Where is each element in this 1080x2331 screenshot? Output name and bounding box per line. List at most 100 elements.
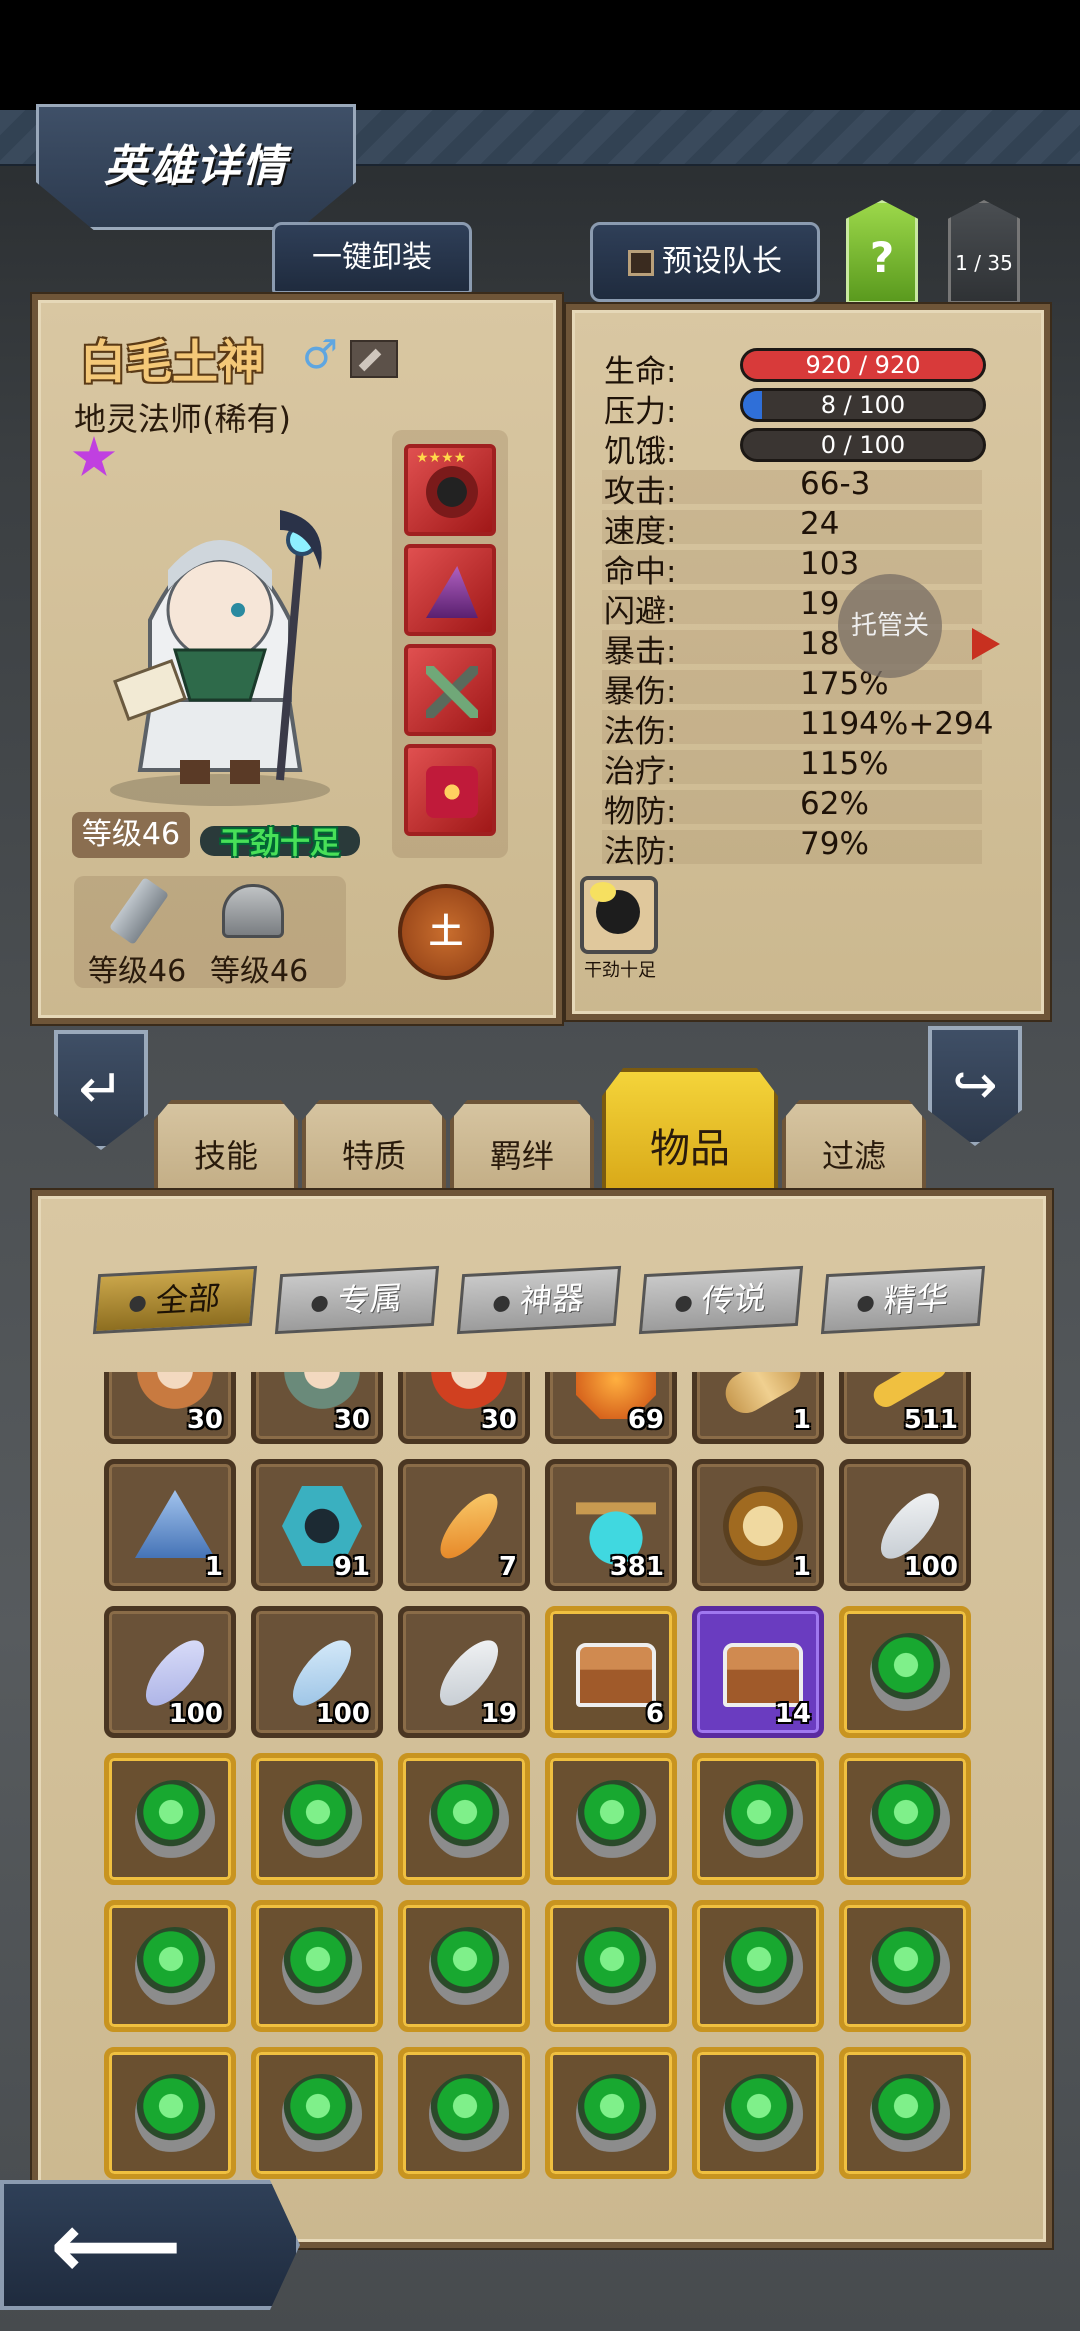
inventory-item[interactable]: 7	[398, 1459, 530, 1591]
next-hero-button[interactable]: ↪	[928, 1026, 1022, 1146]
preset-captain-toggle[interactable]: 预设队长	[590, 222, 820, 302]
next-arrow-icon[interactable]	[972, 628, 1000, 660]
stress-bar: 8 / 100	[740, 388, 986, 422]
inventory-item[interactable]: 19	[398, 1606, 530, 1738]
auto-manage-button[interactable]: 托管关	[838, 574, 942, 678]
green-orb-icon	[282, 1927, 362, 2007]
helmet-icon[interactable]	[222, 884, 284, 938]
inventory-item[interactable]	[839, 2047, 971, 2179]
equip-slot-1[interactable]: ★★★★	[404, 444, 496, 536]
inventory-item[interactable]: 1	[692, 1372, 824, 1444]
inventory-item[interactable]: 100	[839, 1459, 971, 1591]
inventory-item[interactable]	[839, 1606, 971, 1738]
stat-label: 攻击:	[604, 474, 677, 510]
back-arrow-icon: ⟵	[50, 2192, 182, 2299]
filter-legend[interactable]: 传说	[638, 1265, 804, 1335]
hp-value: 920 / 920	[805, 351, 921, 379]
inventory-item[interactable]: 14	[692, 1606, 824, 1738]
inventory-item[interactable]	[545, 1900, 677, 2032]
inventory-grid: 30 30 30 69 1 511 1 91 7 381 1 100 100 100 19 6 14	[96, 1372, 984, 2182]
checkbox-icon[interactable]	[628, 249, 654, 276]
green-orb-icon	[870, 2074, 950, 2154]
inventory-item[interactable]	[839, 1900, 971, 2032]
tab-items[interactable]: 物品	[602, 1068, 778, 1196]
hero-class: 地灵法师(稀有)	[74, 400, 291, 438]
green-orb-icon	[135, 2074, 215, 2154]
filter-essence[interactable]: 精华	[820, 1265, 986, 1335]
inventory-item[interactable]: 100	[104, 1606, 236, 1738]
green-orb-icon	[723, 1927, 803, 2007]
stat-label: 法防:	[604, 834, 677, 870]
tab-filter[interactable]: 过滤	[782, 1100, 926, 1194]
preset-captain-label: 预设队长	[662, 244, 782, 279]
inventory-item[interactable]: 30	[398, 1372, 530, 1444]
inventory-item[interactable]: 511	[839, 1372, 971, 1444]
unequip-all-button[interactable]: 一键卸装	[272, 222, 472, 294]
tab-bonds[interactable]: 羁绊	[450, 1100, 594, 1194]
green-orb-icon	[576, 1927, 656, 2007]
green-orb-icon	[723, 1780, 803, 1860]
inventory-item[interactable]	[251, 1900, 383, 2032]
inventory-item[interactable]	[398, 2047, 530, 2179]
green-orb-icon	[429, 2074, 509, 2154]
item-count: 69	[627, 1405, 664, 1435]
filter-exclusive-label: 专属	[336, 1278, 404, 1320]
inventory-item[interactable]: 6	[545, 1606, 677, 1738]
filter-all[interactable]: 全部	[92, 1265, 258, 1335]
green-orb-icon	[870, 1780, 950, 1860]
prev-hero-button[interactable]: ↵	[54, 1030, 148, 1150]
inventory-item[interactable]: 381	[545, 1459, 677, 1591]
inventory-item[interactable]	[692, 2047, 824, 2179]
spider-trinket-icon	[426, 466, 478, 518]
inventory-item[interactable]: 30	[251, 1372, 383, 1444]
inventory-item[interactable]	[251, 1753, 383, 1885]
inventory-item[interactable]: 69	[545, 1372, 677, 1444]
male-icon: ♂	[302, 332, 338, 378]
tab-traits[interactable]: 特质	[302, 1100, 446, 1194]
inventory-item[interactable]	[104, 1753, 236, 1885]
equip-slot-2[interactable]	[404, 544, 496, 636]
item-count: 6	[645, 1699, 664, 1729]
filter-all-label: 全部	[154, 1278, 222, 1320]
filter-dot-icon	[674, 1295, 693, 1313]
inventory-item[interactable]	[104, 2047, 236, 2179]
filter-dot-icon	[310, 1295, 329, 1313]
rename-icon[interactable]	[350, 340, 398, 378]
green-orb-icon	[429, 1927, 509, 2007]
inventory-item[interactable]	[398, 1900, 530, 2032]
inventory-item[interactable]	[692, 1900, 824, 2032]
inventory-item[interactable]	[545, 1753, 677, 1885]
hp-bar: 920 / 920	[740, 348, 986, 382]
inventory-item[interactable]: 91	[251, 1459, 383, 1591]
tab-skills[interactable]: 技能	[154, 1100, 298, 1194]
equip-slot-4[interactable]	[404, 744, 496, 836]
hunger-label: 饥饿:	[604, 434, 677, 470]
inventory-item[interactable]	[104, 1900, 236, 2032]
help-button[interactable]: ?	[846, 200, 918, 304]
element-badge[interactable]: 土	[398, 884, 494, 980]
filter-artifact[interactable]: 神器	[456, 1265, 622, 1335]
inventory-item[interactable]	[545, 2047, 677, 2179]
filter-legend-label: 传说	[700, 1278, 768, 1320]
filter-exclusive[interactable]: 专属	[274, 1265, 440, 1335]
stat-label: 物防:	[604, 794, 677, 830]
inventory-item[interactable]: 30	[104, 1372, 236, 1444]
filter-essence-label: 精华	[882, 1278, 950, 1320]
inventory-item[interactable]	[692, 1753, 824, 1885]
stat-label: 暴击:	[604, 634, 677, 670]
equip-slot-3[interactable]	[404, 644, 496, 736]
item-count: 100	[903, 1552, 958, 1582]
stat-label: 法伤:	[604, 714, 677, 750]
status-bar-area	[0, 0, 1080, 110]
inventory-item[interactable]: 100	[251, 1606, 383, 1738]
gold-chest-icon	[576, 1643, 656, 1707]
inventory-item[interactable]	[839, 1753, 971, 1885]
inventory-item[interactable]	[251, 2047, 383, 2179]
stat-value: 66-3	[800, 466, 871, 502]
inventory-item[interactable]	[398, 1753, 530, 1885]
item-count: 19	[480, 1699, 517, 1729]
inventory-item[interactable]: 1	[692, 1459, 824, 1591]
green-orb-icon	[282, 1780, 362, 1860]
inventory-item[interactable]: 1	[104, 1459, 236, 1591]
trait-bubble-icon	[590, 882, 616, 902]
